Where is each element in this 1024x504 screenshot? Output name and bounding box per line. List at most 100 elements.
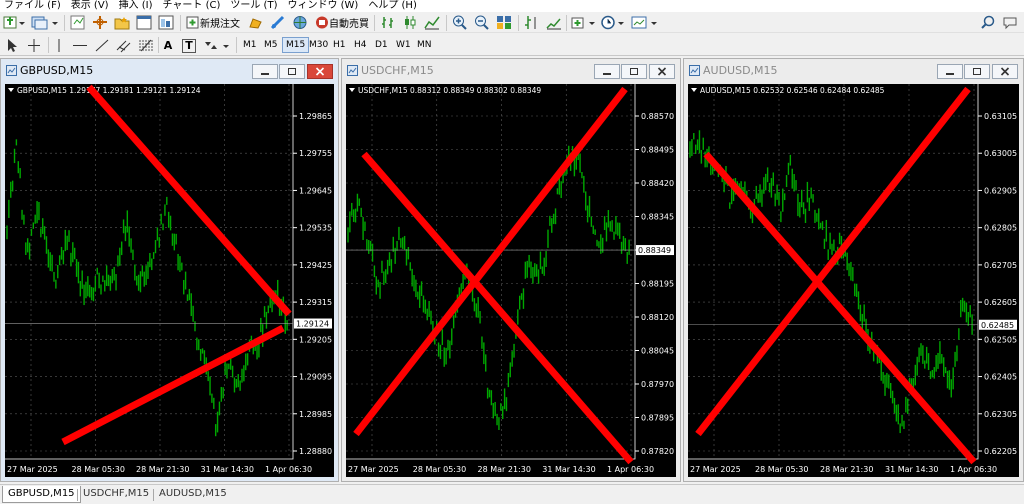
minimize-button[interactable] <box>252 64 278 79</box>
time-label: 27 Mar 2025 <box>7 465 58 474</box>
chart-window-gbpusd[interactable]: GBPUSD,M15 1.29865 1.29755 1.29645 1.29535 1… <box>0 58 339 482</box>
close-button[interactable] <box>307 64 333 79</box>
overlay-cross-stroke <box>61 324 285 446</box>
close-button[interactable] <box>992 64 1018 79</box>
fibonacci-icon <box>139 39 153 52</box>
chart-window-usdchf[interactable]: USDCHF,M15 0.88570 0.88495 0.88420 0.88345 0… <box>341 58 681 482</box>
terminal-button[interactable] <box>134 14 154 31</box>
tab-audusd[interactable]: AUDUSD,M15 <box>154 486 232 503</box>
timeframe-d1-button[interactable]: D1 <box>372 37 391 53</box>
crosshair-button[interactable] <box>24 37 44 54</box>
menu-window[interactable]: ウィンドウ (W) <box>283 0 364 12</box>
minimize-button[interactable] <box>937 64 963 79</box>
chat-button[interactable] <box>1000 14 1020 31</box>
fibonacci-button[interactable] <box>136 37 156 54</box>
maximize-button[interactable] <box>279 64 305 79</box>
menu-insert[interactable]: 挿入 (I) <box>115 0 159 12</box>
chart-shift-icon <box>525 16 536 29</box>
chart-axes <box>688 84 979 460</box>
navigator-button[interactable] <box>112 14 132 31</box>
window-titlebar[interactable]: GBPUSD,M15 <box>1 59 338 83</box>
price-chart-audusd[interactable]: 0.63105 0.63005 0.62905 0.62805 0.62705 0.626… <box>688 84 1019 477</box>
search-button[interactable] <box>978 14 998 31</box>
zoom-out-button[interactable] <box>472 14 492 31</box>
price-chart-usdchf[interactable]: 0.885700.884950.884200.883450.882700.881… <box>346 84 676 477</box>
price-label: 1.29095 <box>299 373 332 382</box>
cursor-button[interactable] <box>2 37 22 54</box>
menu-tools[interactable]: ツール (T) <box>226 0 283 12</box>
meta-editor-button[interactable] <box>246 14 266 31</box>
chart-dropdown-icon[interactable] <box>8 88 14 92</box>
data-window-button[interactable] <box>90 14 110 31</box>
trendline-button[interactable] <box>92 37 112 54</box>
minimize-icon <box>946 72 954 75</box>
tab-usdchf[interactable]: USDCHF,M15 <box>78 486 154 503</box>
menu-bar: ファイル (F) 表示 (V) 挿入 (I) チャート (C) ツール (T) ウィンドウ… <box>0 0 1024 12</box>
horizontal-line-button[interactable] <box>70 37 90 54</box>
chart-window-audusd[interactable]: AUDUSD,M15 0.63105 0.63005 0.62905 0.62805 0… <box>683 58 1024 482</box>
new-chart-button[interactable] <box>2 14 26 31</box>
timeframe-h1-button[interactable]: H1 <box>330 37 349 53</box>
menu-view[interactable]: 表示 (V) <box>67 0 115 12</box>
tile-windows-button[interactable] <box>494 14 514 31</box>
price-label: 1.28880 <box>299 447 332 456</box>
overlay-cross-stroke <box>86 84 292 317</box>
menu-chart[interactable]: チャート (C) <box>159 0 227 12</box>
arrows-button[interactable] <box>202 37 232 54</box>
timeframe-w1-button[interactable]: W1 <box>393 37 414 53</box>
timeframe-m30-button[interactable]: M30 <box>306 37 331 53</box>
time-label: 28 Mar 21:30 <box>478 465 531 474</box>
price-label: 0.87820 <box>641 447 674 456</box>
maximize-button[interactable] <box>621 64 647 79</box>
market-watch-button[interactable] <box>68 14 88 31</box>
equidistant-channel-button[interactable] <box>114 37 134 54</box>
price-chart-gbpusd[interactable]: 1.29865 1.29755 1.29645 1.29535 1.29425 1.293… <box>5 84 334 477</box>
timeframe-mn-button[interactable]: MN <box>414 37 435 53</box>
minimize-button[interactable] <box>594 64 620 79</box>
profiles-button[interactable] <box>30 14 60 31</box>
time-label: 31 Mar 14:30 <box>542 465 595 474</box>
time-label: 27 Mar 2025 <box>348 465 399 474</box>
indicators-button[interactable] <box>570 14 598 31</box>
window-titlebar[interactable]: AUDUSD,M15 <box>684 59 1023 83</box>
community-button[interactable] <box>290 14 310 31</box>
chart-dropdown-icon[interactable] <box>349 88 355 92</box>
line-chart-button[interactable] <box>422 14 442 31</box>
price-label: 0.62505 <box>984 335 1017 344</box>
line-chart-icon <box>424 16 440 30</box>
chart-shift-button[interactable] <box>522 14 542 31</box>
templates-button[interactable] <box>630 14 660 31</box>
price-label: 0.62405 <box>984 373 1017 382</box>
maximize-button[interactable] <box>964 64 990 79</box>
text-tool-button[interactable]: A <box>160 37 176 54</box>
timeframe-m5-button[interactable]: M5 <box>261 37 281 53</box>
menu-help[interactable]: ヘルプ (H) <box>364 0 423 12</box>
bar-chart-button[interactable] <box>378 14 398 31</box>
auto-scroll-button[interactable] <box>544 14 564 31</box>
vertical-line-button[interactable] <box>52 37 66 54</box>
close-button[interactable] <box>649 64 675 79</box>
timeframe-h4-button[interactable]: H4 <box>351 37 370 53</box>
chart-dropdown-icon[interactable] <box>691 88 697 92</box>
time-label: 1 Apr 06:30 <box>607 465 654 474</box>
price-label: 0.88570 <box>641 112 674 121</box>
tab-gbpusd[interactable]: GBPUSD,M15 <box>2 486 81 503</box>
new-order-button[interactable]: 新規注文 <box>184 14 242 31</box>
timeframe-m1-button[interactable]: M1 <box>240 37 260 53</box>
minimize-icon <box>261 72 269 75</box>
tester-icon <box>158 15 174 30</box>
menu-file[interactable]: ファイル (F) <box>0 0 67 12</box>
window-titlebar[interactable]: USDCHF,M15 <box>342 59 680 83</box>
time-label: 1 Apr 06:30 <box>950 465 997 474</box>
candlestick-button[interactable] <box>400 14 420 31</box>
auto-trading-button[interactable]: 自動売買 <box>312 14 372 31</box>
price-label: 0.62305 <box>984 410 1017 419</box>
text-label-button[interactable]: T <box>180 37 198 54</box>
zoom-in-button[interactable] <box>450 14 470 31</box>
restore-icon <box>630 68 638 75</box>
crosshair-icon <box>28 39 40 52</box>
zoom-in-icon <box>453 15 467 30</box>
signals-button[interactable] <box>268 14 288 31</box>
strategy-tester-button[interactable] <box>156 14 176 31</box>
periods-button[interactable] <box>600 14 628 31</box>
